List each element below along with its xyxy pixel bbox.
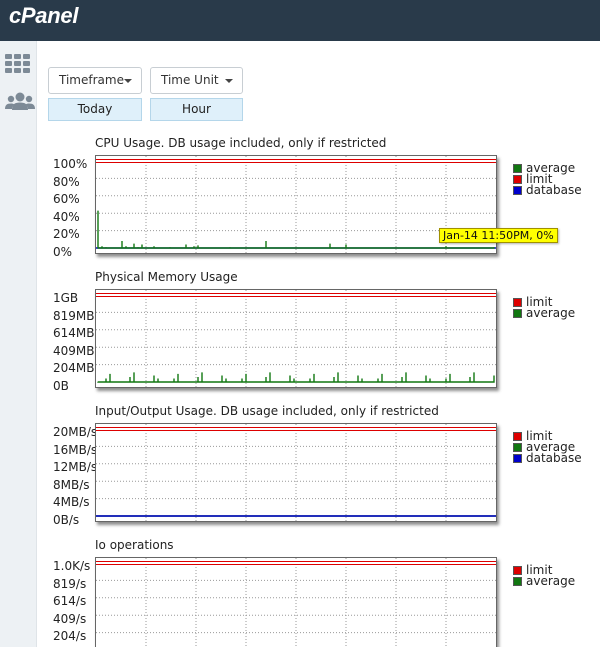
io-operations-chart-plot[interactable] <box>95 557 497 647</box>
y-tick-label: 20MB/s <box>53 425 98 439</box>
y-tick-label: 8MB/s <box>53 478 90 492</box>
y-tick-label: 1.0K/s <box>53 559 91 573</box>
io-operations-chart-legend: limit average <box>513 564 576 588</box>
io-operations-chart-svg <box>96 558 496 647</box>
y-tick-label: 614/s <box>53 594 87 608</box>
y-tick-label: 204/s <box>53 629 87 643</box>
legend-item: average <box>513 574 576 588</box>
y-tick-label: 204MB <box>53 361 95 375</box>
time-unit-label: Time Unit <box>161 73 219 87</box>
chevron-down-icon <box>124 79 132 83</box>
y-tick-label: 819/s <box>53 577 87 591</box>
cpu-chart-svg <box>96 156 496 253</box>
y-tick-label: 20% <box>53 227 80 241</box>
io-chart-svg <box>96 424 496 521</box>
y-tick-label: 40% <box>53 210 80 224</box>
y-tick-label: 80% <box>53 175 80 189</box>
legend-label: average <box>526 574 576 588</box>
legend-label: database <box>526 451 582 465</box>
legend-swatch <box>513 566 522 575</box>
io-chart-legend: limit average database <box>513 430 582 465</box>
y-tick-label: 4MB/s <box>53 495 90 509</box>
legend-item: database <box>513 183 582 197</box>
memory-chart-plot[interactable] <box>95 289 497 388</box>
y-tick-label: 0B <box>53 379 69 393</box>
time-unit-value[interactable]: Hour <box>150 98 243 121</box>
chevron-down-icon <box>225 79 233 83</box>
io-operations-chart-title: Io operations <box>95 538 174 552</box>
y-tick-label: 16MB/s <box>53 443 98 457</box>
y-tick-label: 1GB <box>53 291 79 305</box>
sidebar <box>0 41 37 647</box>
time-unit-dropdown[interactable]: Time Unit <box>150 67 243 94</box>
memory-chart-legend: limit average <box>513 296 576 320</box>
y-tick-label: 819MB <box>53 309 95 323</box>
memory-chart-title: Physical Memory Usage <box>95 270 238 284</box>
cpu-chart-legend: average limit database <box>513 162 582 197</box>
legend-label: database <box>526 183 582 197</box>
timeframe-dropdown[interactable]: Timeframe <box>48 67 142 94</box>
y-tick-label: 614MB <box>53 326 95 340</box>
legend-swatch <box>513 432 522 441</box>
legend-swatch <box>513 175 522 184</box>
y-tick-label: 12MB/s <box>53 460 98 474</box>
io-chart-title: Input/Output Usage. DB usage included, o… <box>95 404 439 418</box>
grid-menu-button[interactable] <box>0 47 37 83</box>
timeframe-label: Timeframe <box>59 73 124 87</box>
legend-label: average <box>526 306 576 320</box>
legend-swatch <box>513 186 522 195</box>
y-tick-label: 0B/s <box>53 513 80 527</box>
grid-icon <box>5 54 30 73</box>
io-chart-plot[interactable] <box>95 423 497 522</box>
y-tick-label: 60% <box>53 192 80 206</box>
cpanel-logo[interactable]: cPanel <box>9 3 78 29</box>
legend-item: average <box>513 306 576 320</box>
timeframe-value[interactable]: Today <box>48 98 142 121</box>
users-menu-button[interactable] <box>0 85 37 121</box>
y-tick-label: 100% <box>53 157 88 171</box>
cpu-chart-title: CPU Usage. DB usage included, only if re… <box>95 136 387 150</box>
y-tick-label: 409/s <box>53 612 87 626</box>
chart-tooltip: Jan-14 11:50PM, 0% <box>439 228 558 243</box>
legend-swatch <box>513 577 522 586</box>
y-tick-label: 409MB <box>53 344 95 358</box>
top-bar: cPanel <box>0 0 600 41</box>
users-icon <box>5 92 35 110</box>
cpu-chart-plot[interactable] <box>95 155 497 254</box>
legend-swatch <box>513 309 522 318</box>
legend-swatch <box>513 443 522 452</box>
legend-swatch <box>513 164 522 173</box>
legend-swatch <box>513 454 522 463</box>
legend-swatch <box>513 298 522 307</box>
memory-chart-svg <box>96 290 496 387</box>
legend-item: database <box>513 451 582 465</box>
y-tick-label: 0% <box>53 245 73 259</box>
